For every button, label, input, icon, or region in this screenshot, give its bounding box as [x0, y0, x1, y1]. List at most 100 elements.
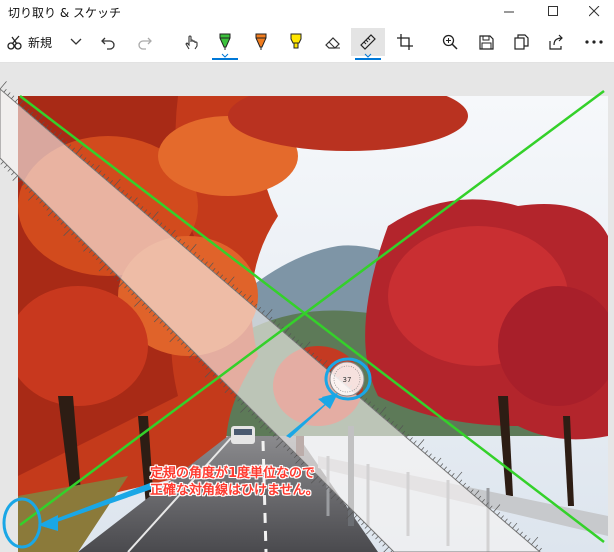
- ruler-tick: [478, 495, 482, 500]
- ruler-tick: [106, 176, 110, 181]
- ruler-tick: [275, 440, 284, 449]
- ruler-tick: [148, 309, 153, 314]
- ruler-tick: [11, 171, 15, 176]
- more-button[interactable]: [580, 28, 608, 56]
- ruler-tick: [424, 450, 428, 454]
- ruler-tick: [447, 469, 451, 474]
- copy-button[interactable]: [508, 28, 534, 56]
- ruler-tick: [143, 209, 148, 213]
- ruler-tick: [117, 186, 121, 191]
- new-snip-button[interactable]: 新規: [6, 28, 56, 56]
- ruler-tick: [383, 546, 390, 552]
- ruler-tick: [212, 267, 216, 272]
- ruler-tick: [357, 518, 361, 522]
- ruler-tick: [299, 342, 303, 347]
- ruler-tick: [201, 362, 206, 367]
- ruler-tick: [42, 203, 47, 208]
- ruler-tick: [390, 420, 394, 425]
- ruler-tick: [364, 525, 368, 529]
- highlighter-button[interactable]: [282, 28, 310, 56]
- ruler-tick: [99, 260, 103, 264]
- ruler-tick: [394, 424, 398, 428]
- ruler-tick: [398, 425, 404, 431]
- close-button[interactable]: [573, 0, 614, 22]
- ruler-tick: [90, 163, 94, 168]
- ruler-tick: [113, 178, 121, 187]
- ruler-tick: [515, 528, 520, 532]
- ruler-tick: [354, 514, 358, 519]
- ruler-tick: [174, 235, 178, 239]
- ruler-tick: [140, 206, 144, 210]
- ruler-tick: [60, 137, 64, 142]
- ruler-tick: [147, 212, 151, 217]
- ruler-tick: [118, 281, 124, 287]
- ruler-tick: [178, 238, 182, 243]
- eraser-button[interactable]: [319, 28, 347, 56]
- maximize-icon: [547, 5, 558, 16]
- ruler-tick: [318, 359, 322, 363]
- ruler-tick: [28, 189, 33, 193]
- redo-button[interactable]: [133, 28, 157, 56]
- ruler-tick: [94, 164, 100, 171]
- ruler-tick: [383, 414, 387, 418]
- share-icon: [548, 34, 563, 50]
- pen-selected-indicator: [212, 58, 238, 60]
- ruler-tick: [0, 161, 4, 165]
- ruler-tick: [466, 486, 470, 490]
- ruler-tick: [246, 295, 252, 301]
- ruler-tick: [273, 320, 277, 324]
- ruler-tick: [71, 147, 75, 152]
- ruler-tick: [159, 320, 163, 324]
- ruler-tick: [131, 292, 135, 296]
- undo-button[interactable]: [96, 28, 120, 56]
- ruler-tick: [92, 253, 96, 257]
- ruler-tick: [187, 348, 192, 352]
- ruler-tick: [462, 482, 466, 487]
- pencil-button[interactable]: [247, 28, 275, 56]
- ruler-tick: [153, 316, 160, 323]
- save-button[interactable]: [473, 28, 499, 56]
- caption-line-2: 正確な対角線はひけません。: [150, 483, 319, 498]
- ruler-tick: [216, 271, 220, 275]
- share-button[interactable]: [543, 28, 569, 56]
- zoom-icon: [442, 34, 458, 50]
- ruler-tick: [379, 406, 387, 415]
- touch-writing-button[interactable]: [178, 28, 204, 56]
- ruler-tick: [189, 352, 195, 358]
- ruler-tick: [443, 466, 447, 471]
- ruler-tick: [121, 189, 125, 194]
- ruler-tick: [134, 299, 142, 307]
- ruler-tick: [205, 366, 209, 370]
- touch-hand-icon: [185, 35, 198, 50]
- ruler-tick: [240, 405, 248, 413]
- ruler-tick: [3, 88, 7, 93]
- ruler-tick: [117, 277, 121, 282]
- ruler-tick: [11, 95, 15, 99]
- ruler-tick: [3, 164, 8, 169]
- ruler-tick: [276, 323, 280, 327]
- ruler-tick: [470, 489, 474, 493]
- ruler-tick: [440, 463, 444, 467]
- ruler-tick: [88, 249, 93, 253]
- maximize-button[interactable]: [532, 0, 574, 22]
- ruler-tick: [233, 394, 238, 398]
- ruler-tick: [322, 360, 328, 366]
- ballpoint-pen-button[interactable]: [208, 28, 242, 60]
- ruler-tick: [421, 446, 425, 451]
- ruler-tick: [102, 173, 106, 178]
- ruler-tick: [219, 274, 224, 278]
- ruler-tick: [293, 454, 298, 459]
- ruler-tick: [371, 404, 375, 409]
- ruler-tick: [26, 108, 30, 113]
- ruler-button[interactable]: [351, 28, 385, 60]
- crop-button[interactable]: [392, 28, 418, 56]
- zoom-button[interactable]: [437, 28, 463, 56]
- new-dropdown-button[interactable]: [64, 28, 88, 56]
- ruler-tick: [49, 128, 53, 132]
- ruler-tick: [47, 210, 54, 217]
- ruler-tick: [489, 505, 493, 510]
- ruler-tick: [261, 310, 265, 314]
- ruler-tick: [41, 121, 45, 126]
- minimize-button[interactable]: [488, 0, 530, 22]
- canvas-area[interactable]: 37 定規の角度が1度単位なので 正確な対角線はひけません。: [0, 63, 614, 552]
